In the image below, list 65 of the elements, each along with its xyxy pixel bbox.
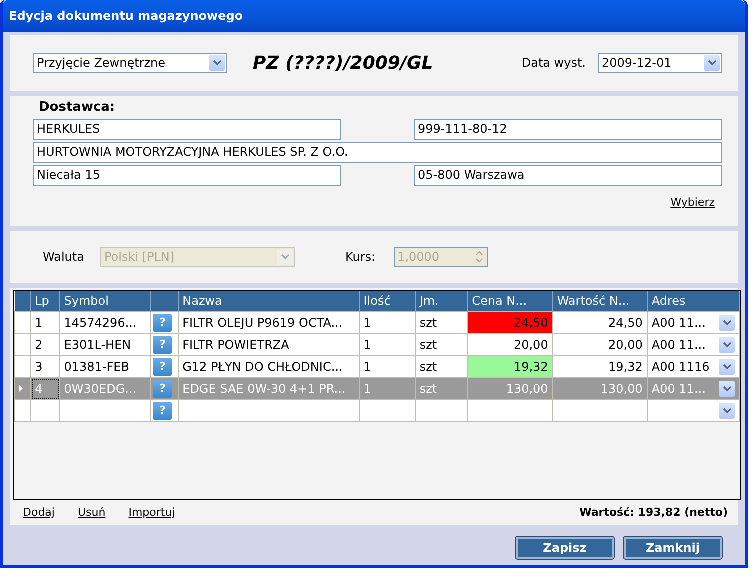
currency-label: Waluta	[43, 250, 84, 264]
header-cell	[14, 291, 31, 312]
section-heading: Dostawca:	[39, 100, 116, 117]
column-header[interactable]: Wartość N...	[552, 291, 648, 312]
table-cell: 1	[359, 334, 416, 356]
column-header[interactable]: Nazwa	[178, 291, 360, 312]
table-cell: A00 11...	[652, 316, 706, 330]
column-header[interactable]: Jm.	[415, 291, 468, 312]
table-cell: 1	[359, 378, 416, 400]
dialog-button[interactable]: Zamknij	[624, 537, 722, 559]
input-field[interactable]: HURTOWNIA MOTORYZACYJNA HERKULES SP. Z O.O.	[33, 142, 722, 163]
table-row[interactable]: 1 14574296... ? FILTR OLEJU P9619 OCTA... 1 szt 24,50 24,50 A00 11...	[14, 312, 740, 334]
table-cell: szt	[415, 356, 468, 378]
column-header[interactable]: Lp	[30, 291, 60, 312]
table-cell: EDGE SAE 0W-30 4+1 PR...	[178, 378, 360, 400]
table-cell: G12 PŁYN DO CHŁODNIC...	[178, 356, 360, 378]
table-cell: 1	[359, 312, 416, 334]
table-cell: szt	[415, 312, 468, 334]
table-cell: 20,00	[552, 334, 648, 356]
input-field[interactable]: Niecała 15	[33, 165, 341, 186]
total-value: Wartość: 193,82 (netto)	[580, 506, 728, 519]
table-cell: FILTR OLEJU P9619 OCTA...	[178, 312, 360, 334]
table-cell: 19,32	[468, 356, 553, 378]
window-title: Edycja dokumentu magazynowego	[9, 9, 244, 23]
document-number: PZ (????)/2009/GL	[253, 52, 434, 74]
table-cell: 19,32	[552, 356, 648, 378]
table-cell: 3	[30, 356, 60, 378]
footer-link[interactable]: Importuj	[128, 506, 176, 519]
column-header[interactable]: Adres	[647, 291, 740, 312]
table-cell: E301L-HEN	[60, 334, 151, 356]
input-field[interactable]: HERKULES	[33, 119, 341, 140]
table-row[interactable]: 2 E301L-HEN ? FILTR POWIETRZA 1 szt 20,00 20,00 A00 11...	[14, 334, 740, 356]
column-header[interactable]: Ilość	[359, 291, 416, 312]
footer-link[interactable]: Dodaj	[23, 506, 55, 519]
header-cell	[150, 291, 178, 312]
table-cell: 14574296...	[60, 312, 151, 334]
table-cell: 130,00	[468, 378, 553, 400]
input-field[interactable]: 05-800 Warszawa	[414, 165, 722, 186]
table-cell: 4	[30, 378, 60, 400]
table-cell: 20,00	[468, 334, 553, 356]
dialog-button[interactable]: Zapisz	[516, 537, 614, 559]
table-cell: 0W30EDG...	[60, 378, 151, 400]
table-cell: 1	[30, 312, 60, 334]
table-cell: 24,50	[552, 312, 648, 334]
table-cell: 2	[30, 334, 60, 356]
table-cell: szt	[415, 334, 468, 356]
table-cell: 01381-FEB	[60, 356, 151, 378]
table-cell: 130,00	[552, 378, 648, 400]
footer-link[interactable]: Usuń	[78, 506, 106, 519]
table-cell: 1	[359, 356, 416, 378]
table-cell: A00 1116	[652, 360, 710, 374]
table-cell: 24,50	[468, 312, 553, 334]
table-cell: A00 11...	[652, 382, 706, 396]
table-cell: FILTR POWIETRZA	[178, 334, 360, 356]
choose-link[interactable]: Wybierz	[670, 196, 715, 209]
table-cell: szt	[415, 378, 468, 400]
document-type-dropdown[interactable]: Przyjęcie Zewnętrzne	[33, 53, 227, 73]
date-dropdown[interactable]: 2009-12-01	[598, 53, 722, 73]
column-header[interactable]: Symbol	[60, 291, 151, 312]
date-label: Data wyst.	[522, 56, 586, 70]
column-header[interactable]: Cena N...	[468, 291, 553, 312]
table-cell: A00 11...	[652, 338, 706, 352]
rate-label: Kurs:	[345, 250, 376, 264]
input-field[interactable]: 999-111-80-12	[414, 119, 722, 140]
table-row[interactable]: 3 01381-FEB ? G12 PŁYN DO CHŁODNIC... 1 szt 19,32 19,32 A00 1116	[14, 356, 740, 378]
